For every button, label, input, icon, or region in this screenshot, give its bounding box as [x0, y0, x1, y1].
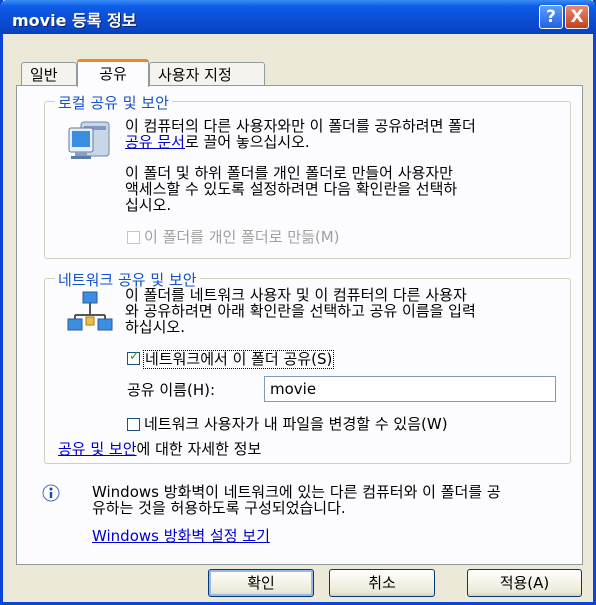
shared-documents-link[interactable]: 공유 문서 [125, 133, 185, 151]
cancel-button[interactable]: 취소 [329, 569, 435, 597]
tab-panel-sharing: 로컬 공유 및 보안 이 컴퓨터의 다른 사용자와만 이 폴더를 공유하려면 폴… [16, 85, 583, 565]
firewall-message: Windows 방화벽이 네트워크에 있는 다른 컴퓨터와 이 폴더를 공 유하… [92, 484, 501, 516]
network-p-line3: 하십시오. [125, 318, 185, 336]
local-p1-line1: 이 컴퓨터의 다른 사용자와만 이 폴더를 공유하려면 폴더 [125, 117, 476, 135]
allow-change-label: 네트워크 사용자가 내 파일을 변경할 수 있음(W) [144, 415, 448, 433]
network-icon [67, 291, 113, 331]
local-description-1: 이 컴퓨터의 다른 사용자와만 이 폴더를 공유하려면 폴더 공유 문서로 끌어… [125, 118, 476, 150]
network-p-line2: 와 공유하려면 아래 확인란을 선택하고 공유 이름을 입력 [125, 302, 476, 320]
local-description-2: 이 폴더 및 하위 폴더를 개인 폴더로 만들어 사용자만 액세스할 수 있도록… [125, 165, 457, 213]
window-title: movie 등록 정보 [12, 11, 137, 30]
sharing-security-link[interactable]: 공유 및 보안 [58, 440, 137, 458]
firewall-settings-link[interactable]: Windows 방화벽 설정 보기 [92, 528, 270, 545]
firewall-line1: Windows 방화벽이 네트워크에 있는 다른 컴퓨터와 이 폴더를 공 [92, 483, 501, 501]
local-p2-line3: 십시오. [125, 196, 172, 214]
more-info-line: 공유 및 보안에 대한 자세한 정보 [58, 441, 261, 458]
network-sharing-group: 네트워크 공유 및 보안 이 폴더를 네트워크 사용자 및 이 컴퓨터의 다른 … [44, 269, 571, 464]
info-icon [42, 484, 60, 502]
apply-button[interactable]: 적용(A) [467, 569, 582, 597]
private-folder-label: 이 폴더를 개인 폴더로 만듦(M) [144, 228, 340, 246]
local-sharing-legend: 로컬 공유 및 보안 [55, 92, 172, 113]
private-folder-checkbox[interactable] [127, 231, 140, 244]
local-p2-line2: 액세스할 수 있도록 설정하려면 다음 확인란을 선택하 [125, 180, 458, 198]
close-button[interactable]: X [565, 5, 589, 29]
tab-customize[interactable]: 사용자 지정 [149, 62, 265, 86]
more-info-rest: 에 대한 자세한 정보 [136, 440, 262, 458]
tab-sharing[interactable]: 공유 [77, 59, 149, 87]
local-p2-line1: 이 폴더 및 하위 폴더를 개인 폴더로 만들어 사용자만 [125, 164, 453, 182]
properties-dialog: movie 등록 정보 ? X 일반 공유 사용자 지정 로컬 공유 및 보안 [0, 0, 596, 605]
local-sharing-group: 로컬 공유 및 보안 이 컴퓨터의 다른 사용자와만 이 폴더를 공유하려면 폴… [44, 92, 571, 259]
computer-icon [67, 120, 113, 166]
allow-change-checkbox[interactable] [127, 418, 140, 431]
network-description: 이 폴더를 네트워크 사용자 및 이 컴퓨터의 다른 사용자 와 공유하려면 아… [125, 287, 476, 335]
share-on-network-checkbox[interactable]: ✓ [127, 349, 140, 365]
share-name-input[interactable]: movie [264, 376, 556, 402]
ok-button[interactable]: 확인 [208, 569, 314, 597]
network-p-line1: 이 폴더를 네트워크 사용자 및 이 컴퓨터의 다른 사용자 [125, 286, 467, 304]
title-bar[interactable]: movie 등록 정보 ? X [0, 0, 596, 34]
firewall-line2: 유하는 것을 허용하도록 구성되었습니다. [92, 499, 346, 517]
local-p1-line2-rest: 로 끌어 놓으십시오. [184, 133, 310, 151]
share-name-label: 공유 이름(H): [127, 381, 216, 399]
share-on-network-label: 네트워크에서 이 폴더 공유(S) [143, 350, 335, 369]
tab-general[interactable]: 일반 [21, 62, 77, 86]
help-button[interactable]: ? [539, 5, 563, 29]
local-p1-line2: 공유 문서로 끌어 놓으십시오. [125, 134, 476, 150]
checkmark-icon: ✓ [129, 349, 140, 364]
